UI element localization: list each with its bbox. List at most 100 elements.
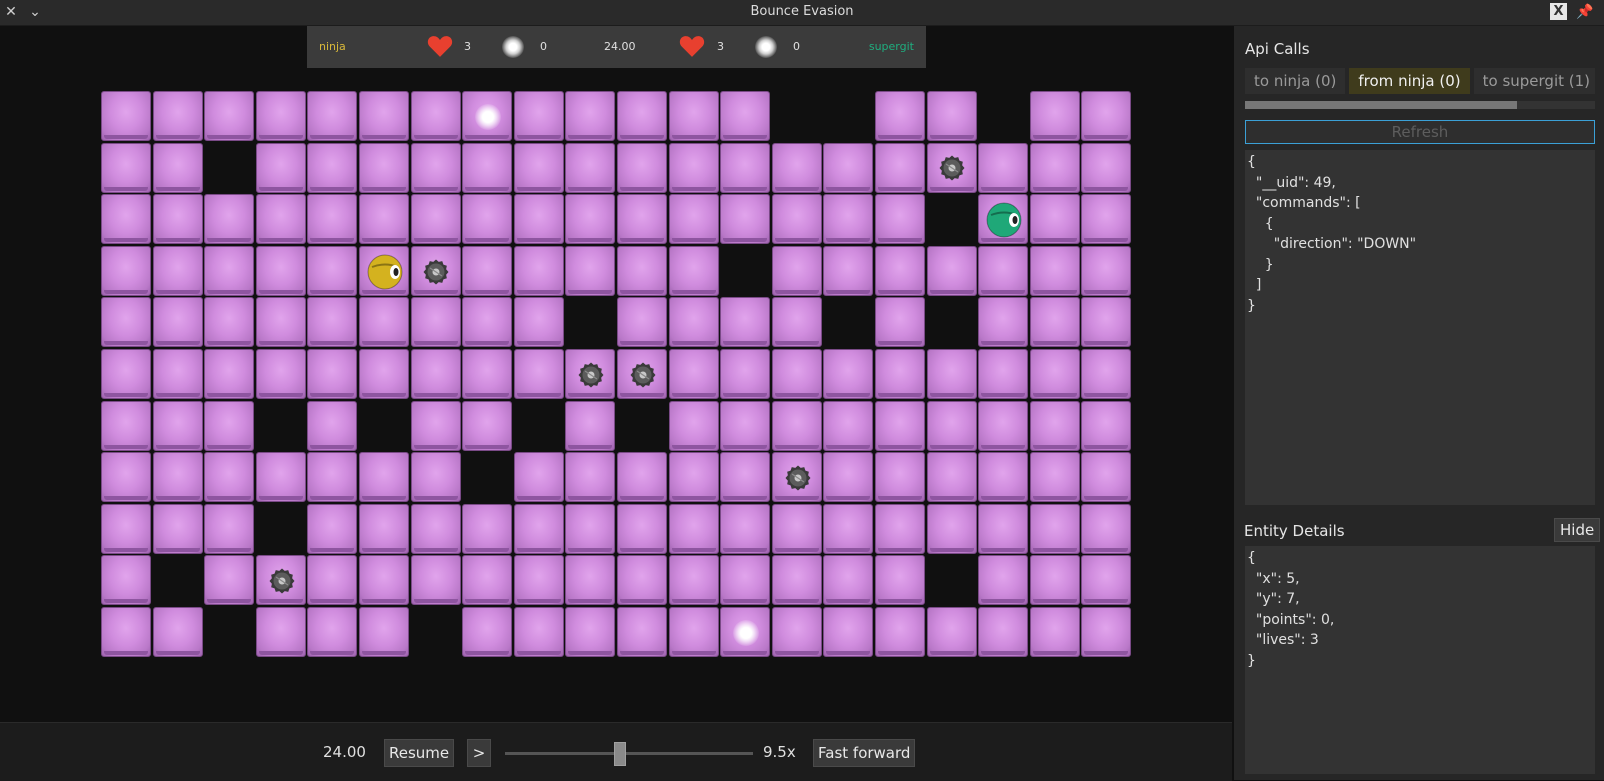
floor-tile — [1029, 452, 1080, 503]
floor-tile — [152, 349, 203, 399]
pin-icon[interactable]: 📌 — [1576, 3, 1594, 21]
floor-tile — [255, 194, 306, 245]
orb-icon — [502, 36, 524, 58]
player2-lives: 3 — [717, 40, 724, 53]
floor-tile — [513, 194, 564, 245]
floor-tile — [617, 607, 667, 657]
floor-tile — [668, 245, 719, 296]
speed-slider-thumb[interactable] — [614, 742, 627, 766]
player-ninja[interactable] — [366, 253, 404, 291]
x-app-icon[interactable]: X — [1550, 3, 1567, 20]
floor-tile — [204, 91, 255, 141]
tabs-scrollbar-thumb[interactable] — [1245, 101, 1517, 109]
floor-tile — [720, 503, 771, 554]
fast-forward-button[interactable]: Fast forward — [813, 739, 916, 767]
floor-tile — [565, 503, 616, 554]
floor-tile — [978, 555, 1029, 606]
tab-api-2[interactable]: to supergit (1) — [1473, 68, 1595, 94]
resume-button[interactable]: Resume — [384, 739, 455, 767]
floor-tile — [875, 142, 925, 193]
heart-icon — [679, 36, 705, 57]
saw-blade-icon — [785, 465, 811, 491]
floor-tile — [410, 349, 461, 399]
floor-tile — [410, 452, 461, 503]
floor-tile — [978, 297, 1029, 348]
floor-tile — [307, 607, 358, 657]
heart-icon — [427, 36, 453, 57]
player1-name: ninja — [319, 40, 346, 53]
floor-tile — [617, 91, 667, 141]
floor-tile — [823, 400, 874, 451]
floor-tile — [668, 503, 719, 554]
floor-tile — [1029, 503, 1080, 554]
floor-tile — [1081, 400, 1132, 451]
floor-tile — [513, 245, 564, 296]
floor-tile — [823, 607, 874, 657]
floor-tile — [771, 142, 822, 193]
api-calls-title: Api Calls — [1245, 40, 1310, 58]
player2-name: supergit — [868, 40, 914, 53]
floor-tile — [359, 452, 409, 503]
floor-tile — [307, 555, 358, 606]
game-board — [101, 91, 1133, 658]
floor-tile — [565, 194, 616, 245]
floor-tile — [152, 400, 203, 451]
floor-tile — [720, 91, 771, 141]
floor-tile — [875, 245, 925, 296]
floor-tile — [771, 607, 822, 657]
floor-tile — [978, 452, 1029, 503]
floor-tile — [926, 91, 977, 141]
window-title: Bounce Evasion — [750, 4, 854, 19]
saw-blade-icon — [939, 155, 965, 181]
floor-tile — [359, 91, 409, 141]
saw-blade-icon — [423, 259, 449, 285]
floor-tile — [926, 245, 977, 296]
floor-tile — [771, 555, 822, 606]
floor-tile — [307, 245, 358, 296]
saw-blade-icon — [630, 362, 656, 388]
tabs-scrollbar[interactable] — [1245, 101, 1595, 109]
tab-api-0[interactable]: to ninja (0) — [1245, 68, 1346, 94]
floor-tile — [359, 555, 409, 606]
floor-tile — [1029, 555, 1080, 606]
floor-tile — [307, 452, 358, 503]
floor-tile — [1029, 91, 1080, 141]
step-button[interactable]: > — [467, 739, 491, 767]
floor-tile — [307, 142, 358, 193]
floor-tile — [823, 503, 874, 554]
floor-tile — [255, 297, 306, 348]
player-supergit[interactable] — [985, 201, 1023, 239]
floor-tile — [359, 503, 409, 554]
floor-tile — [823, 194, 874, 245]
floor-tile — [978, 400, 1029, 451]
floor-tile — [152, 91, 203, 141]
hide-button[interactable]: Hide — [1554, 518, 1601, 542]
floor-tile — [823, 349, 874, 399]
floor-tile — [668, 555, 719, 606]
floor-tile — [720, 297, 771, 348]
floor-tile — [410, 297, 461, 348]
floor-tile — [255, 607, 306, 657]
api-tabs: to ninja (0) from ninja (0) to supergit (1… — [1245, 68, 1595, 96]
floor-tile — [617, 503, 667, 554]
game-area: ninja 3 0 24.00 3 0 supergit — [0, 26, 1232, 722]
floor-tile — [101, 245, 151, 296]
api-json-view: { "__uid": 49, "commands": [ { "directio… — [1245, 150, 1595, 505]
pickup-orb-icon — [733, 619, 759, 646]
floor-tile — [101, 452, 151, 503]
refresh-button[interactable]: Refresh — [1245, 120, 1595, 144]
floor-tile — [926, 452, 977, 503]
speed-slider[interactable] — [505, 752, 753, 755]
floor-tile — [771, 297, 822, 348]
pickup-orb-icon — [475, 103, 501, 130]
floor-tile — [1029, 400, 1080, 451]
floor-tile — [152, 194, 203, 245]
tab-api-1[interactable]: from ninja (0) — [1349, 68, 1470, 94]
floor-tile — [565, 142, 616, 193]
floor-tile — [1081, 555, 1132, 606]
floor-tile — [823, 245, 874, 296]
floor-tile — [875, 607, 925, 657]
floor-tile — [462, 297, 513, 348]
floor-tile — [152, 245, 203, 296]
floor-tile — [875, 400, 925, 451]
